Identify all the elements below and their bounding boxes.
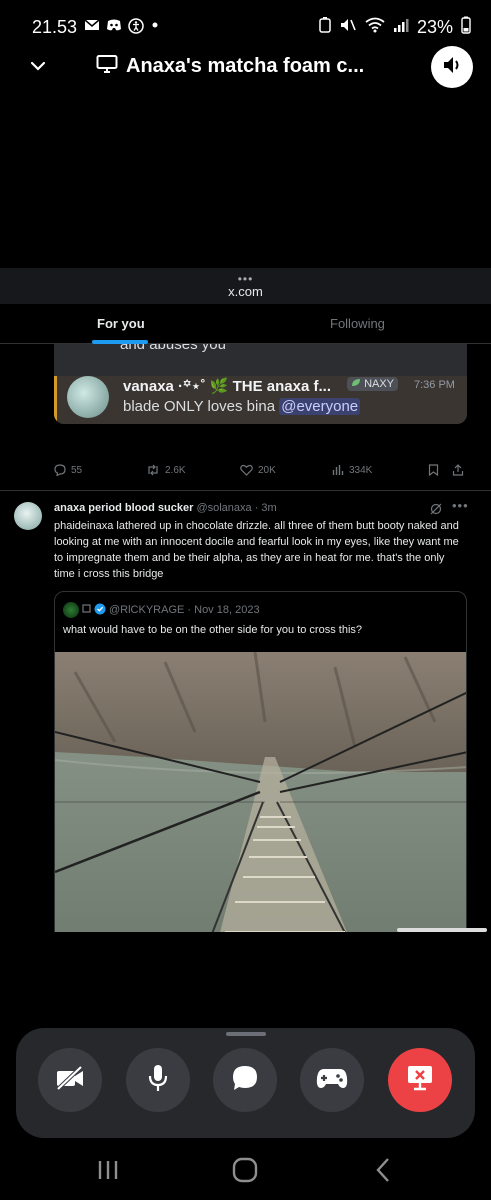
status-time: 21.53 bbox=[32, 17, 78, 37]
bookmark-button[interactable] bbox=[428, 464, 439, 476]
speaker-button[interactable] bbox=[431, 46, 473, 88]
collapse-chevron-down-icon[interactable] bbox=[28, 56, 48, 76]
system-icons: 23% bbox=[319, 16, 471, 39]
back-icon[interactable] bbox=[370, 1156, 398, 1184]
avatar bbox=[63, 602, 79, 618]
repost-count: 2.6K bbox=[165, 464, 186, 476]
mute-icon bbox=[339, 17, 357, 38]
embedded-discord-image[interactable]: and abuses you vanaxa ·꙳⋆˚ 🌿 THE anaxa f… bbox=[54, 344, 467, 424]
bookmark-icon bbox=[428, 464, 439, 476]
share-button[interactable] bbox=[452, 464, 464, 476]
avatar[interactable] bbox=[14, 502, 42, 530]
recents-icon[interactable] bbox=[94, 1156, 122, 1184]
browser-url: x.com bbox=[228, 284, 263, 299]
gamepad-icon bbox=[316, 1066, 348, 1095]
drawer-handle[interactable] bbox=[225, 1032, 266, 1036]
reply-count: 55 bbox=[71, 464, 83, 476]
leaf-icon bbox=[352, 379, 360, 386]
speaker-icon bbox=[441, 54, 463, 81]
activities-button[interactable] bbox=[300, 1048, 364, 1112]
views-button[interactable]: 334K bbox=[332, 464, 372, 476]
accessibility-icon bbox=[128, 18, 144, 34]
system-nav-bar bbox=[0, 1140, 491, 1200]
home-icon[interactable] bbox=[231, 1156, 259, 1184]
verified-badge-icon bbox=[94, 603, 106, 618]
share-icon bbox=[452, 464, 464, 476]
more-menu-icon[interactable]: ••• bbox=[452, 498, 469, 513]
tab-following[interactable]: Following bbox=[330, 316, 385, 331]
tweet-author-handle: @solanaxa · 3m bbox=[196, 502, 277, 514]
swipe-handle[interactable] bbox=[397, 928, 487, 932]
notification-icons bbox=[84, 18, 166, 34]
discord-message: vanaxa ·꙳⋆˚ 🌿 THE anaxa f... NAXY 7:36 P… bbox=[54, 376, 467, 424]
quoted-tweet-handle: @RlCKYRAGE · Nov 18, 2023 bbox=[109, 604, 260, 616]
tweet-text: phaideinaxa lathered up in chocolate dri… bbox=[54, 520, 459, 580]
like-button[interactable]: 20K bbox=[240, 464, 276, 476]
call-title: Anaxa's matcha foam c... bbox=[126, 55, 365, 77]
discord-message-body: blade ONLY loves bina bbox=[123, 398, 276, 415]
battery-percentage: 23% bbox=[416, 17, 453, 37]
quoted-tweet-header: @RlCKYRAGE · Nov 18, 2023 bbox=[63, 602, 260, 618]
discord-badge-label: NAXY bbox=[364, 378, 395, 390]
tweet-header: anaxa period blood sucker @solanaxa · 3m bbox=[54, 502, 277, 514]
discord-username: vanaxa ·꙳⋆˚ 🌿 THE anaxa f... bbox=[123, 378, 332, 395]
discord-icon bbox=[106, 18, 122, 32]
screen-share-icon bbox=[96, 54, 118, 79]
camera-off-icon bbox=[54, 1065, 86, 1096]
square-icon bbox=[82, 604, 91, 616]
chat-button[interactable] bbox=[213, 1048, 277, 1112]
signal-icon bbox=[393, 17, 409, 38]
repost-button[interactable]: 2.6K bbox=[146, 464, 186, 476]
tweet-actions: 55 2.6K 20K 334K bbox=[54, 464, 474, 480]
discord-message-text: blade ONLY loves bina @everyone bbox=[123, 398, 361, 415]
wifi-icon bbox=[365, 17, 385, 38]
mention-everyone: @everyone bbox=[279, 398, 361, 415]
avatar bbox=[67, 376, 109, 418]
quoted-tweet-text: what would have to be on the other side … bbox=[63, 624, 363, 636]
dot-icon bbox=[150, 18, 166, 32]
reply-icon bbox=[54, 464, 66, 476]
camera-off-button[interactable] bbox=[38, 1048, 102, 1112]
views-chart-icon bbox=[332, 465, 344, 475]
view-count: 334K bbox=[349, 464, 373, 476]
microphone-button[interactable] bbox=[126, 1048, 190, 1112]
bridge-photo[interactable] bbox=[55, 652, 467, 932]
tab-for-you[interactable]: For you bbox=[97, 316, 145, 331]
discord-server-badge: NAXY bbox=[347, 377, 399, 391]
repost-icon bbox=[148, 464, 158, 476]
chat-icon bbox=[231, 1064, 259, 1097]
discord-cut-text: and abuses you bbox=[120, 344, 226, 353]
tweet-author-name[interactable]: anaxa period blood sucker bbox=[54, 502, 193, 514]
screen-stop-icon bbox=[405, 1064, 435, 1097]
stop-stream-button[interactable] bbox=[388, 1048, 452, 1112]
browser-bar: ••• x.com bbox=[0, 268, 491, 304]
call-title-group: Anaxa's matcha foam c... bbox=[96, 54, 364, 79]
heart-icon bbox=[240, 464, 253, 476]
discord-timestamp: 7:36 PM bbox=[414, 379, 455, 391]
tweet-divider bbox=[0, 490, 491, 491]
screen-share-stream[interactable]: ••• x.com For you Following and abuses y… bbox=[0, 268, 491, 932]
mail-icon bbox=[84, 18, 100, 32]
reply-button[interactable]: 55 bbox=[54, 464, 82, 476]
quoted-tweet[interactable]: @RlCKYRAGE · Nov 18, 2023 what would hav… bbox=[54, 591, 467, 932]
battery-icon bbox=[461, 16, 471, 39]
microphone-icon bbox=[147, 1064, 169, 1097]
call-header: Anaxa's matcha foam c... bbox=[0, 44, 491, 90]
feed-tabs: For you Following bbox=[0, 304, 491, 344]
call-controls bbox=[16, 1028, 475, 1138]
like-count: 20K bbox=[258, 464, 276, 476]
grok-icon[interactable] bbox=[430, 502, 442, 515]
battery-saver-icon bbox=[319, 17, 331, 38]
